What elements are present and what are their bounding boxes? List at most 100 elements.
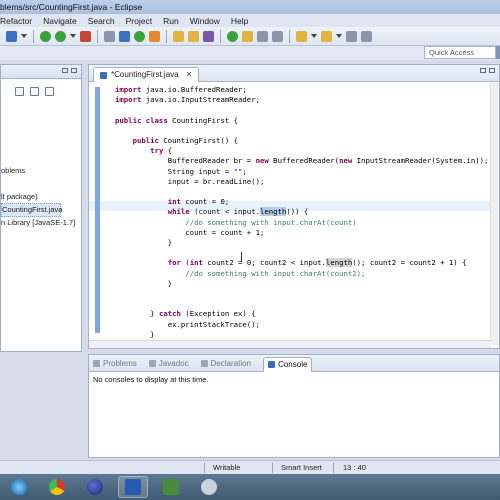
- open-folder-icon[interactable]: [188, 30, 199, 42]
- code-token: (Exception ex) {: [185, 309, 256, 319]
- word-icon: [125, 479, 141, 495]
- status-bar: Writable Smart Insert 13 : 40: [0, 460, 500, 474]
- menu-refactor[interactable]: Refactor: [0, 16, 32, 26]
- close-icon[interactable]: ✕: [186, 68, 193, 82]
- chevron-down-icon[interactable]: [336, 34, 342, 38]
- new-icon[interactable]: [6, 30, 17, 42]
- maximize-icon[interactable]: [71, 68, 77, 73]
- code-token: length: [259, 207, 287, 217]
- forward-icon[interactable]: [361, 30, 372, 42]
- code-token: for: [167, 258, 186, 268]
- toolbar-divider: [33, 29, 34, 43]
- game-icon: [163, 479, 179, 495]
- new-java-project-icon[interactable]: [149, 30, 160, 42]
- tool-icon: [201, 479, 217, 495]
- taskbar-game[interactable]: [156, 476, 186, 498]
- whitespace-icon[interactable]: [257, 30, 268, 42]
- taskbar-eclipse[interactable]: [80, 476, 110, 498]
- quick-access-input[interactable]: Quick Access: [424, 46, 496, 59]
- external-tools-icon[interactable]: [80, 30, 91, 42]
- editor-tab-label: *CountingFirst.java: [111, 70, 179, 79]
- link-with-editor-icon[interactable]: [30, 87, 39, 96]
- tree-item-counting-first[interactable]: CountingFirst.java: [1, 203, 62, 217]
- chevron-down-icon[interactable]: [311, 34, 317, 38]
- tab-declaration[interactable]: Declaration: [200, 358, 252, 368]
- chevron-down-icon[interactable]: [21, 34, 27, 38]
- code-token: {: [167, 146, 173, 156]
- debug-icon[interactable]: [40, 30, 51, 42]
- mark-occurrences-icon[interactable]: [227, 30, 238, 42]
- tab-problems[interactable]: Problems: [93, 359, 137, 368]
- menu-run[interactable]: Run: [163, 16, 179, 26]
- collapse-all-icon[interactable]: [15, 87, 24, 96]
- chevron-down-icon[interactable]: [70, 34, 76, 38]
- status-divider: [333, 463, 334, 473]
- tab-javadoc[interactable]: Javadoc: [148, 359, 189, 368]
- editor-tab-counting-first[interactable]: *CountingFirst.java ✕: [93, 67, 200, 82]
- maximize-icon[interactable]: [489, 68, 495, 73]
- code-token: length: [325, 258, 353, 268]
- eclipse-icon: [87, 479, 103, 495]
- link-icon[interactable]: [104, 30, 115, 42]
- new-class-icon[interactable]: [119, 30, 130, 42]
- menu-project[interactable]: Project: [126, 16, 152, 26]
- open-type-icon[interactable]: [173, 30, 184, 42]
- code-line: input = br.readLine();: [115, 177, 488, 187]
- back-icon[interactable]: [346, 30, 357, 42]
- view-menu-icon[interactable]: [45, 87, 54, 96]
- package-explorer-tabbar: [1, 65, 81, 79]
- tab-declaration-label: Declaration: [210, 358, 252, 368]
- block-selection-icon[interactable]: [272, 30, 283, 42]
- minimize-icon[interactable]: [62, 68, 68, 73]
- menu-navigate[interactable]: Navigate: [43, 16, 77, 26]
- code-line: ex.printStackTrace();: [115, 320, 488, 330]
- highlight-toggle-icon[interactable]: [242, 30, 253, 42]
- next-annotation-icon[interactable]: [296, 30, 307, 42]
- previous-annotation-icon[interactable]: [321, 30, 332, 42]
- code-token: count = count + 1;: [115, 227, 265, 237]
- code-text-area[interactable]: import java.io.BufferedReader; import jav…: [115, 85, 488, 350]
- text-cursor: [241, 252, 245, 262]
- taskbar-chrome[interactable]: [42, 476, 72, 498]
- code-token: CountingFirst() {: [163, 136, 239, 146]
- console-message: No consoles to display at this time.: [93, 375, 209, 384]
- menu-help[interactable]: Help: [231, 16, 248, 26]
- toolbar-divider: [220, 29, 221, 43]
- code-line: BufferedReader br = new BufferedReader(n…: [115, 156, 489, 166]
- console-tabbar: Problems Javadoc Declaration Console: [89, 355, 499, 372]
- code-token: //do something with input.charAt(count): [185, 217, 357, 227]
- editor-gutter-marker: [95, 87, 100, 333]
- run-icon[interactable]: [55, 30, 66, 42]
- code-token: int: [167, 197, 186, 207]
- editor-horizontal-scrollbar[interactable]: [89, 340, 491, 348]
- new-package-icon[interactable]: [134, 30, 145, 42]
- editor-vertical-scrollbar[interactable]: [490, 83, 499, 345]
- tree-item-default-package[interactable]: lt package): [1, 191, 75, 203]
- code-token: }: [115, 329, 155, 339]
- editor-tabbar: *CountingFirst.java ✕: [89, 65, 499, 82]
- console-icon: [268, 361, 276, 368]
- view-controls: [62, 68, 77, 73]
- perspective-switcher[interactable]: [496, 46, 500, 59]
- taskbar-word[interactable]: [118, 476, 148, 498]
- tree-item-project[interactable]: oblems: [1, 165, 75, 177]
- code-line: String input = "";: [115, 167, 488, 177]
- menu-window[interactable]: Window: [190, 16, 220, 26]
- minimize-icon[interactable]: [480, 68, 486, 73]
- code-line: import java.io.BufferedReader;: [115, 85, 488, 95]
- tree-item-jre-library[interactable]: n Library [JavaSE-1.7]: [1, 217, 75, 229]
- tab-console[interactable]: Console: [263, 356, 313, 372]
- taskbar-tool[interactable]: [194, 476, 224, 498]
- package-explorer-panel: oblems lt package) CountingFirst.java n …: [0, 64, 82, 352]
- start-button[interactable]: [4, 476, 34, 498]
- code-token: count2 = 0; count2 < input.: [207, 258, 326, 268]
- search-icon[interactable]: [203, 30, 214, 42]
- menu-search[interactable]: Search: [88, 16, 115, 26]
- code-token: (); count2 = count2 + 1) {: [352, 258, 467, 268]
